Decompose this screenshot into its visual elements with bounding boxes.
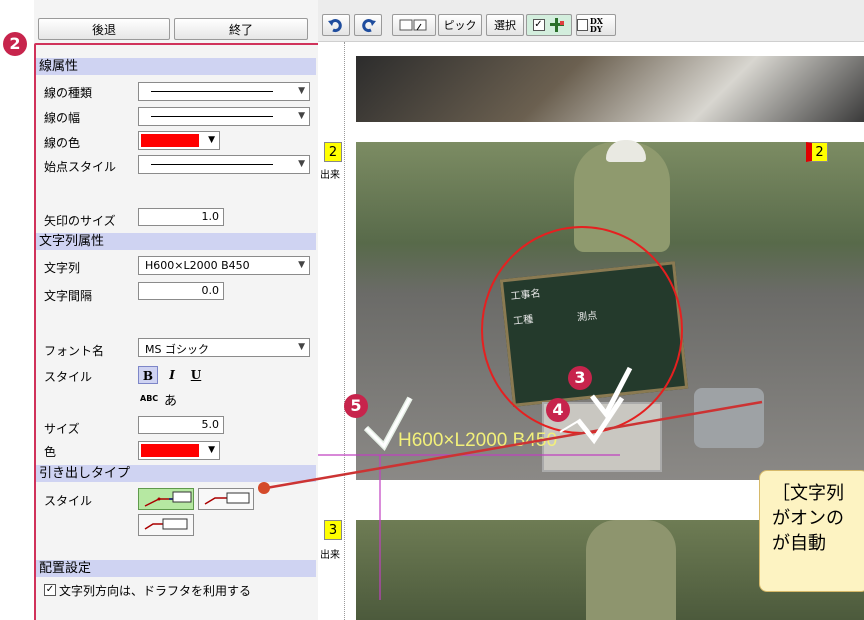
photo-number-tag-3: 3 — [324, 520, 342, 540]
text-color-label: 色 — [44, 445, 57, 459]
arrow-size-label: 矢印のサイズ — [44, 214, 116, 228]
arrow-size-input[interactable]: 1.0 — [138, 208, 224, 226]
line-type-label: 線の種類 — [44, 86, 93, 100]
font-name-label: フォント名 — [44, 344, 105, 358]
note-line-2: がオンの — [772, 508, 844, 529]
font-name-select[interactable]: MS ゴシック ▼ — [138, 338, 310, 357]
snap-checkbox: ✓ — [532, 19, 545, 31]
undo-icon — [328, 19, 342, 33]
photo-number-tag-right: 2 — [806, 142, 828, 162]
chevron-down-icon: ▼ — [208, 445, 215, 455]
line-width-preview — [151, 116, 273, 117]
text-style-sample: ABC — [140, 394, 159, 403]
leader-style-label: スタイル — [44, 494, 93, 508]
worker-figure-3 — [586, 520, 676, 620]
note-line-3: が自動 — [772, 533, 826, 554]
chevron-down-icon: ▼ — [298, 111, 305, 121]
chevron-down-icon: ▼ — [298, 342, 305, 352]
text-style-sample-kana: あ — [164, 394, 178, 409]
italic-button[interactable]: I — [162, 366, 182, 384]
site-blackboard: 工事名 工種 測点 — [499, 261, 689, 407]
leader-style-3-button[interactable] — [138, 514, 194, 536]
pick-button[interactable]: ピック — [438, 14, 482, 36]
bold-button[interactable]: B — [138, 366, 158, 384]
snap-icon — [549, 18, 564, 32]
line-width-select[interactable]: ▼ — [138, 107, 310, 126]
line-width-label: 線の幅 — [44, 111, 81, 125]
char-spacing-input[interactable]: 0.0 — [138, 282, 224, 300]
text-size-label: サイズ — [44, 422, 80, 436]
photo-column-divider — [344, 42, 346, 620]
start-style-select[interactable]: ▼ — [138, 155, 310, 174]
property-panel: 後退 終了 線属性 線の種類 ▼ 線の幅 ▼ 線の色 ▼ 始点スタイル ▼ 矢印… — [34, 0, 320, 620]
char-spacing-label: 文字間隔 — [44, 289, 93, 303]
step-bubble-3: 3 — [568, 366, 592, 390]
side-label: 出来 — [320, 170, 340, 181]
text-color-picker[interactable]: ▼ — [138, 441, 220, 460]
line-color-picker[interactable]: ▼ — [138, 131, 220, 150]
redo-icon — [362, 19, 376, 33]
line-color-swatch — [141, 134, 199, 147]
step-bubble-4: 4 — [546, 398, 570, 422]
string-value: H600×L2000 B450 — [145, 259, 250, 272]
toolbar: ピック 選択 ✓ DX DY — [318, 0, 864, 42]
start-style-preview — [151, 164, 273, 165]
explanation-note: ［文字列 がオンの が自動 — [759, 470, 864, 592]
chevron-down-icon: ▼ — [298, 260, 305, 270]
underline-button[interactable]: U — [186, 366, 206, 384]
site-photo-1[interactable] — [356, 56, 864, 122]
start-style-label: 始点スタイル — [44, 160, 117, 174]
leader-style-1-button[interactable] — [138, 488, 194, 510]
step-bubble-5: 5 — [344, 394, 368, 418]
back-button[interactable]: 後退 — [38, 18, 170, 40]
chevron-down-icon: ▼ — [208, 135, 215, 145]
text-color-swatch — [141, 444, 199, 457]
dxdy-checkbox — [577, 19, 588, 31]
photo-mode-button[interactable] — [392, 14, 436, 36]
chevron-down-icon: ▼ — [298, 86, 305, 96]
select-button[interactable]: 選択 — [486, 14, 524, 36]
side-label-3: 出来 — [320, 550, 340, 561]
leader-style-1-icon — [144, 491, 192, 507]
chevron-down-icon: ▼ — [298, 159, 305, 169]
font-name-value: MS ゴシック — [145, 343, 209, 356]
leader-style-2-icon — [204, 492, 250, 505]
redo-button[interactable] — [354, 14, 382, 36]
draft-direction-checkbox[interactable]: ✓ — [44, 584, 56, 596]
end-button[interactable]: 終了 — [174, 18, 308, 40]
leader-style-2-button[interactable] — [198, 488, 254, 510]
line-type-preview — [151, 91, 273, 92]
line-color-label: 線の色 — [44, 136, 81, 150]
snap-toggle-button[interactable]: ✓ — [526, 14, 572, 36]
bucket — [694, 388, 764, 448]
leader-style-3-icon — [144, 518, 188, 530]
photo-layout-icon — [399, 19, 427, 31]
string-label: 文字列 — [44, 261, 81, 275]
note-line-1: ［文字列 — [772, 483, 844, 504]
section-text-attributes: 文字列属性 — [36, 233, 316, 250]
photo-number-tag: 2 — [324, 142, 342, 162]
section-leader-type: 引き出しタイプ — [36, 465, 316, 482]
line-type-select[interactable]: ▼ — [138, 82, 310, 101]
section-line-attributes: 線属性 — [36, 58, 316, 75]
dxdy-label: DX DY — [589, 16, 603, 34]
text-size-input[interactable]: 5.0 — [138, 416, 224, 434]
section-layout: 配置設定 — [36, 560, 316, 577]
text-style-label: スタイル — [44, 370, 93, 384]
dxdy-toggle-button[interactable]: DX DY — [576, 14, 616, 36]
undo-button[interactable] — [322, 14, 350, 36]
annotation-text[interactable]: H600×L2000 B450 — [398, 430, 557, 452]
draft-direction-label: 文字列方向は、ドラフタを利用する — [59, 584, 252, 598]
string-select[interactable]: H600×L2000 B450 ▼ — [138, 256, 310, 275]
step-bubble-2: 2 — [3, 32, 27, 56]
